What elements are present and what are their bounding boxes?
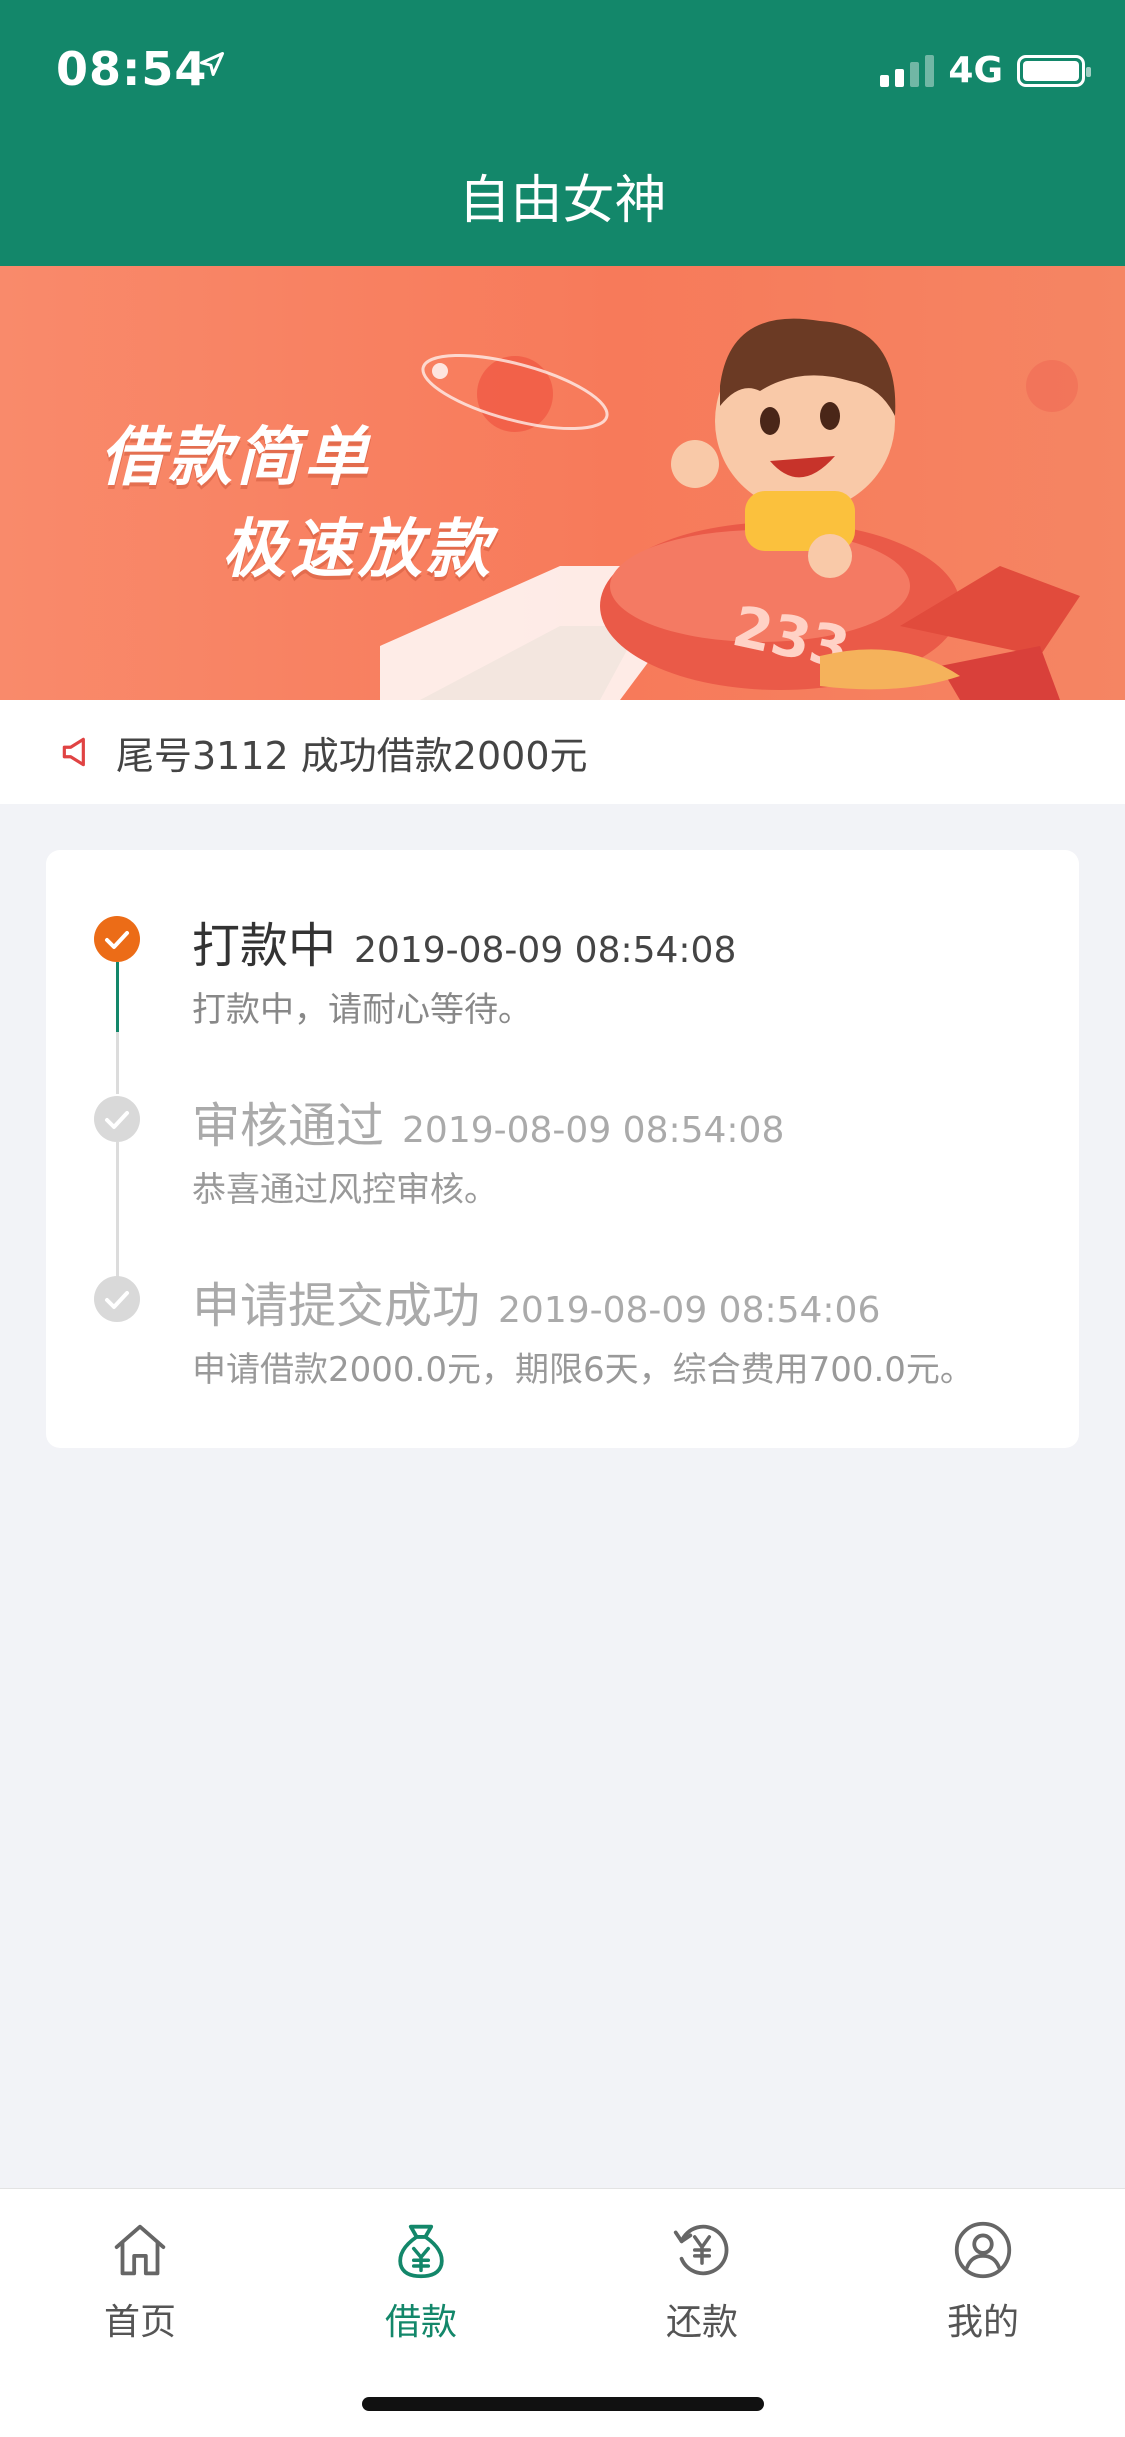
- battery-icon: [1017, 54, 1091, 87]
- step-title: 打款中: [192, 918, 337, 974]
- page-title: 自由女神: [458, 171, 667, 231]
- promo-banner[interactable]: 233 借款简单 极速放款: [0, 266, 1125, 700]
- step-desc: 恭喜通过风控审核。: [192, 1170, 498, 1210]
- step-title: 申请提交成功: [192, 1278, 481, 1334]
- timeline-line: [116, 1142, 119, 1284]
- status-indicators: 4G: [880, 50, 1091, 91]
- step-time: 2019-08-09 08:54:08: [354, 930, 737, 971]
- check-icon: [94, 1276, 140, 1322]
- tab-repay[interactable]: 还款: [602, 2215, 802, 2345]
- step-time: 2019-08-09 08:54:06: [498, 1290, 881, 1331]
- step-desc: 申请借款2000.0元，期限6天，综合费用700.0元。: [192, 1350, 974, 1390]
- loan-status-card: 打款中 2019-08-09 08:54:08 打款中，请耐心等待。 审核通过 20…: [46, 850, 1079, 1448]
- tab-label: 我的: [946, 2302, 1019, 2343]
- tab-loan[interactable]: 借款: [321, 2215, 521, 2345]
- step-title: 审核通过: [192, 1098, 385, 1154]
- user-icon: [954, 2221, 1012, 2279]
- banner-headline-2: 极速放款: [222, 513, 494, 587]
- tab-label: 借款: [384, 2302, 457, 2343]
- repay-yen-icon: [673, 2224, 729, 2276]
- tab-home[interactable]: 首页: [40, 2215, 240, 2345]
- location-arrow-icon: [199, 51, 225, 77]
- check-active-icon: [94, 916, 140, 962]
- status-time: 08:54: [56, 42, 208, 96]
- home-indicator[interactable]: [362, 2397, 764, 2411]
- tab-label: 还款: [665, 2302, 738, 2343]
- home-icon: [114, 2224, 166, 2276]
- network-type: 4G: [948, 50, 1003, 91]
- megaphone-icon: [62, 737, 85, 767]
- signal-icon: [880, 54, 935, 87]
- step-time: 2019-08-09 08:54:08: [402, 1110, 785, 1151]
- step-desc: 打款中，请耐心等待。: [192, 990, 532, 1030]
- notice-text: 尾号3112 成功借款2000元: [116, 733, 588, 778]
- tab-label: 首页: [103, 2302, 176, 2343]
- timeline-line: [116, 1032, 119, 1094]
- app-header: 08:54 4G 自由女神: [0, 0, 1125, 266]
- money-bag-icon: [398, 2224, 444, 2279]
- tab-mine[interactable]: 我的: [883, 2215, 1083, 2345]
- notice-bar[interactable]: 尾号3112 成功借款2000元: [0, 700, 1125, 804]
- banner-headline-1: 借款简单: [100, 421, 372, 495]
- check-icon: [94, 1096, 140, 1142]
- timeline-line-active: [116, 962, 119, 1032]
